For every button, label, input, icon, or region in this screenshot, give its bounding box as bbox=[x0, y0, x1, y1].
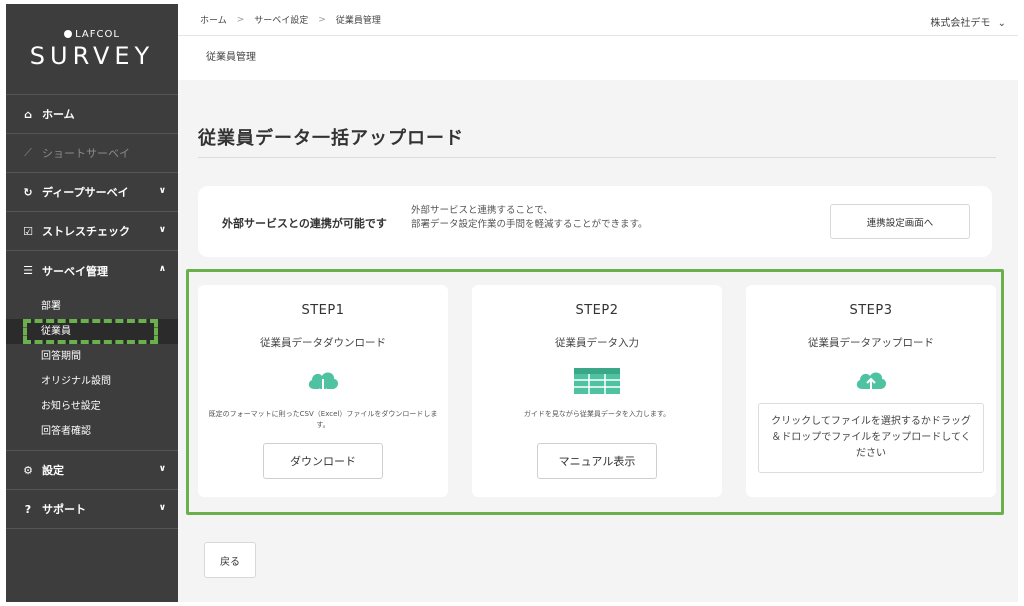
sidebar-item-label: ホーム bbox=[42, 108, 75, 121]
sidebar-subitem-respondent-check[interactable]: 回答者確認 bbox=[6, 419, 178, 444]
sidebar-subitem-notice-settings[interactable]: お知らせ設定 bbox=[6, 394, 178, 419]
upload-dropzone[interactable]: クリックしてファイルを選択するかドラッグ＆ドロップでファイルをアップロードしてく… bbox=[758, 403, 984, 473]
breadcrumb-home[interactable]: ホーム bbox=[200, 13, 227, 26]
sidebar-item-label: ショートサーベイ bbox=[42, 147, 130, 160]
sidebar-item-short-survey[interactable]: ⟋ ショートサーベイ bbox=[6, 134, 178, 173]
logo-dot-icon bbox=[64, 30, 73, 38]
step2-title: 従業員データ入力 bbox=[555, 337, 639, 349]
sidebar-item-label: ストレスチェック bbox=[42, 225, 130, 238]
gear-icon: ⚙ bbox=[23, 463, 33, 477]
breadcrumb-survey-settings[interactable]: サーベイ設定 bbox=[254, 13, 308, 26]
breadcrumb-separator: > bbox=[236, 14, 245, 25]
trend-icon: ⟋ bbox=[24, 146, 32, 159]
survey-management-submenu: 部署 従業員 回答期間 オリジナル設問 お知らせ設定 回答者確認 bbox=[6, 290, 178, 451]
sidebar-item-label: サーベイ管理 bbox=[42, 264, 108, 278]
sidebar-item-label: ディープサーベイ bbox=[42, 186, 129, 199]
manual-button[interactable]: マニュアル表示 bbox=[537, 443, 657, 479]
integration-label: 外部サービスとの連携が可能です bbox=[222, 217, 387, 230]
sidebar-item-survey-management[interactable]: ☰ サーベイ管理 ∧ bbox=[6, 251, 178, 290]
sidebar-item-support[interactable]: ? サポート ∨ bbox=[6, 490, 178, 529]
download-button[interactable]: ダウンロード bbox=[263, 443, 383, 479]
back-button[interactable]: 戻る bbox=[204, 542, 256, 578]
integration-panel: 外部サービスとの連携が可能です 外部サービスと連携することで、 部署データ設定作… bbox=[198, 186, 992, 257]
step2-note: ガイドを見ながら従業員データを入力します。 bbox=[523, 410, 671, 418]
breadcrumb: ホーム > サーベイ設定 > 従業員管理 株式会社デモ ⌄ bbox=[178, 4, 1018, 36]
step1-title: 従業員データダウンロード bbox=[260, 337, 386, 349]
cloud-upload-icon bbox=[853, 367, 889, 401]
breadcrumb-employee-management: 従業員管理 bbox=[335, 16, 381, 26]
sidebar-subitem-departments[interactable]: 部署 bbox=[6, 294, 178, 319]
breadcrumb-separator: > bbox=[318, 14, 326, 25]
step3-label: STEP3 bbox=[849, 303, 893, 318]
sidebar-item-label: 設定 bbox=[42, 464, 64, 477]
integration-desc-line1: 外部サービスと連携することで、 bbox=[411, 205, 553, 216]
sidebar-subitem-employees[interactable]: 従業員 bbox=[6, 319, 178, 344]
chevron-down-icon: ∨ bbox=[158, 225, 166, 235]
step2-card: STEP2 従業員データ入力 ガイドを見ながら従業員データを入力します。 マニュ… bbox=[472, 285, 722, 497]
home-icon: ⌂ bbox=[24, 107, 32, 121]
step1-note: 既定のフォーマットに則ったCSV（Excel）ファイルをダウンロードします。 bbox=[208, 410, 438, 429]
sidebar-item-deep-survey[interactable]: ↻ ディープサーベイ ∨ bbox=[6, 173, 178, 212]
company-dropdown[interactable]: 株式会社デモ ⌄ bbox=[930, 14, 1006, 29]
sidebar-item-stress-check[interactable]: ☑ ストレスチェック ∨ bbox=[6, 212, 178, 251]
checkbox-icon: ☑ bbox=[23, 224, 33, 238]
integration-desc-line2: 部署データ設定作業の手間を軽減することができます。 bbox=[411, 219, 648, 230]
step1-label: STEP1 bbox=[301, 303, 345, 318]
sidebar-item-settings[interactable]: ⚙ 設定 ∨ bbox=[6, 451, 178, 490]
chevron-up-icon: ∧ bbox=[158, 264, 166, 274]
loop-icon: ↻ bbox=[23, 185, 33, 199]
integration-description: 外部サービスと連携することで、 部署データ設定作業の手間を軽減することができます… bbox=[411, 204, 648, 232]
sidebar-item-home[interactable]: ⌂ ホーム bbox=[6, 95, 178, 134]
logo-top-text: LAFCOL bbox=[75, 28, 120, 40]
sidebar: LAFCOL SURVEY ⌂ ホーム ⟋ ショートサーベイ ↻ ディープサーベ… bbox=[6, 4, 178, 602]
main-content: 従業員データ一括アップロード 外部サービスとの連携が可能です 外部サービスと連携… bbox=[178, 80, 1018, 602]
page-subheader: 従業員管理 bbox=[178, 36, 1018, 80]
sidebar-subitem-answer-period[interactable]: 回答期間 bbox=[6, 344, 178, 369]
chevron-down-icon: ⌄ bbox=[997, 18, 1006, 29]
question-icon: ? bbox=[24, 502, 32, 516]
chevron-down-icon: ∨ bbox=[158, 464, 166, 474]
company-name: 株式会社デモ bbox=[930, 18, 991, 29]
logo-main-text: SURVEY bbox=[29, 41, 155, 70]
logo[interactable]: LAFCOL SURVEY bbox=[6, 4, 178, 94]
sliders-icon: ☰ bbox=[23, 264, 33, 277]
step2-label: STEP2 bbox=[575, 303, 619, 318]
page-title: 従業員データ一括アップロード bbox=[198, 128, 464, 149]
chevron-down-icon: ∨ bbox=[158, 186, 166, 196]
step3-card: STEP3 従業員データアップロード クリックしてファイルを選択するかドラッグ＆… bbox=[746, 285, 996, 497]
cloud-download-icon bbox=[305, 367, 341, 401]
sidebar-item-label: サポート bbox=[42, 503, 86, 516]
title-divider bbox=[198, 157, 996, 158]
step3-title: 従業員データアップロード bbox=[808, 337, 934, 349]
spreadsheet-icon bbox=[573, 367, 621, 399]
integration-settings-button[interactable]: 連携設定画面へ bbox=[830, 204, 970, 239]
sidebar-subitem-original-questions[interactable]: オリジナル設問 bbox=[6, 369, 178, 394]
step1-card: STEP1 従業員データダウンロード 既定のフォーマットに則ったCSV（Exce… bbox=[198, 285, 448, 497]
chevron-down-icon: ∨ bbox=[158, 503, 166, 513]
